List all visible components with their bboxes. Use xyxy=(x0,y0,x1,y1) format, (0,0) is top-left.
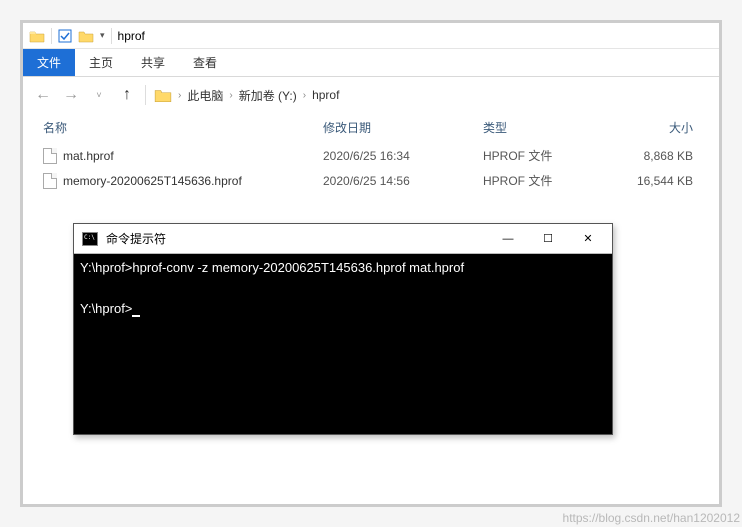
crumb-root[interactable]: 此电脑 xyxy=(187,87,223,104)
column-size[interactable]: 大小 xyxy=(603,119,693,136)
cmd-body[interactable]: Y:\hprof>hprof-conv -z memory-20200625T1… xyxy=(74,254,612,434)
ribbon-tabs: 文件 主页 共享 查看 xyxy=(23,49,719,77)
file-row[interactable]: mat.hprof 2020/6/25 16:34 HPROF 文件 8,868… xyxy=(23,143,719,168)
crumb-drive[interactable]: 新加卷 (Y:) xyxy=(239,87,297,104)
chevron-right-icon[interactable]: › xyxy=(178,90,181,101)
up-button[interactable]: ↑ xyxy=(117,85,137,105)
quick-folder-icon[interactable] xyxy=(78,29,94,43)
cmd-line: Y:\hprof>hprof-conv -z memory-20200625T1… xyxy=(80,260,464,275)
cmd-titlebar: 命令提示符 — ☐ ✕ xyxy=(74,224,612,254)
cmd-prompt: Y:\hprof> xyxy=(80,301,132,316)
window-title: hprof xyxy=(118,29,145,43)
forward-button[interactable]: → xyxy=(61,85,81,105)
chevron-right-icon[interactable]: › xyxy=(303,90,306,101)
crumb-folder[interactable]: hprof xyxy=(312,88,339,102)
tab-file[interactable]: 文件 xyxy=(23,49,75,76)
explorer-window: ▾ hprof 文件 主页 共享 查看 ← → ˅ ↑ › 此电脑 › 新加卷 … xyxy=(20,20,722,507)
tab-home[interactable]: 主页 xyxy=(75,49,127,76)
window-titlebar: ▾ hprof xyxy=(23,23,719,49)
navigation-bar: ← → ˅ ↑ › 此电脑 › 新加卷 (Y:) › hprof xyxy=(23,77,719,113)
column-date[interactable]: 修改日期 xyxy=(323,119,483,136)
file-type: HPROF 文件 xyxy=(483,172,603,189)
file-size: 8,868 KB xyxy=(603,149,693,163)
separator xyxy=(145,85,146,105)
maximize-button[interactable]: ☐ xyxy=(528,225,568,253)
file-size: 16,544 KB xyxy=(603,174,693,188)
column-name[interactable]: 名称 xyxy=(43,119,323,136)
file-date: 2020/6/25 14:56 xyxy=(323,174,483,188)
cursor xyxy=(132,315,140,317)
command-prompt-window: 命令提示符 — ☐ ✕ Y:\hprof>hprof-conv -z memor… xyxy=(73,223,613,435)
cmd-icon xyxy=(82,232,98,246)
tab-share[interactable]: 共享 xyxy=(127,49,179,76)
dropdown-icon[interactable]: ▾ xyxy=(100,30,105,41)
separator xyxy=(51,28,52,44)
minimize-button[interactable]: — xyxy=(488,225,528,253)
column-headers: 名称 修改日期 类型 大小 xyxy=(23,113,719,143)
window-controls: — ☐ ✕ xyxy=(488,225,608,253)
file-type: HPROF 文件 xyxy=(483,147,603,164)
checkbox-icon[interactable] xyxy=(58,29,72,43)
close-button[interactable]: ✕ xyxy=(568,225,608,253)
file-name: mat.hprof xyxy=(63,149,114,163)
recent-dropdown[interactable]: ˅ xyxy=(89,85,109,105)
breadcrumb: › 此电脑 › 新加卷 (Y:) › hprof xyxy=(154,87,339,104)
file-icon xyxy=(43,173,57,189)
watermark: https://blog.csdn.net/han1202012 xyxy=(563,511,740,525)
separator xyxy=(111,28,112,44)
file-name: memory-20200625T145636.hprof xyxy=(63,174,242,188)
file-date: 2020/6/25 16:34 xyxy=(323,149,483,163)
file-row[interactable]: memory-20200625T145636.hprof 2020/6/25 1… xyxy=(23,168,719,193)
file-icon xyxy=(43,148,57,164)
chevron-right-icon[interactable]: › xyxy=(229,90,232,101)
back-button[interactable]: ← xyxy=(33,85,53,105)
tab-view[interactable]: 查看 xyxy=(179,49,231,76)
cmd-title: 命令提示符 xyxy=(106,230,488,247)
folder-icon xyxy=(29,29,45,43)
column-type[interactable]: 类型 xyxy=(483,119,603,136)
folder-icon xyxy=(154,87,172,103)
